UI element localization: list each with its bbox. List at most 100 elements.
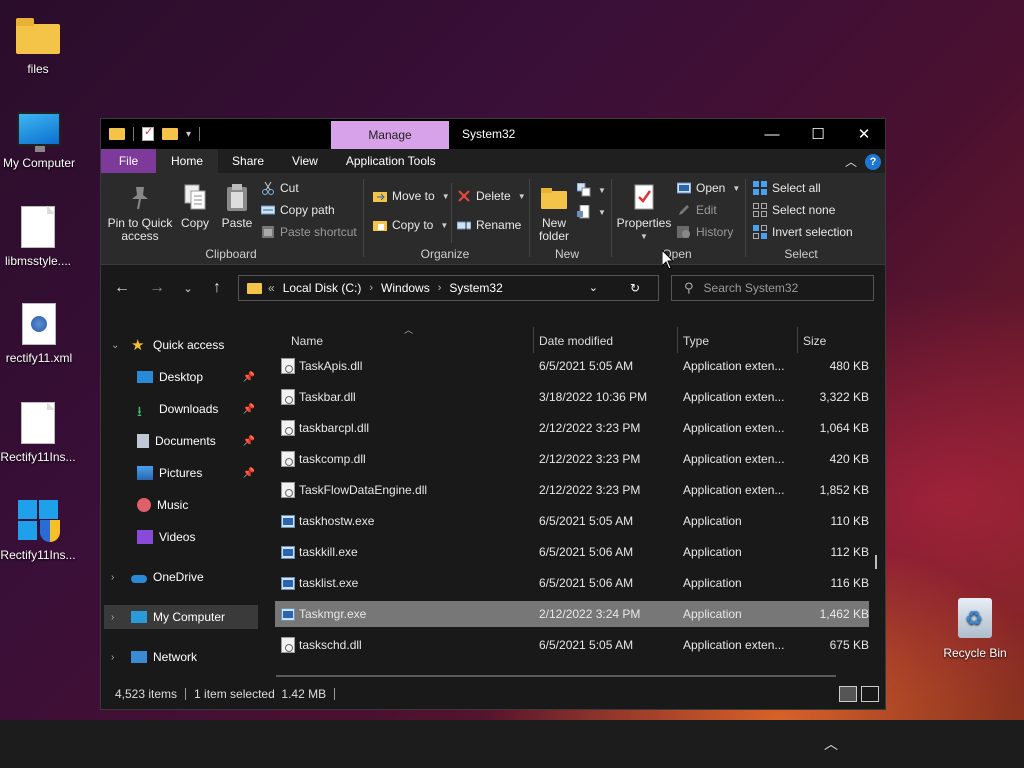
nav-documents[interactable]: Documents 📌 <box>101 429 261 453</box>
vertical-scrollbar[interactable] <box>875 555 877 569</box>
show-hidden-icons-icon[interactable]: ︿ <box>824 734 838 754</box>
chevron-down-icon[interactable]: ⌄ <box>111 340 123 351</box>
desktop-icon-rectify11-xml[interactable]: rectify11.xml <box>0 303 79 365</box>
rename-button[interactable]: Rename <box>456 216 521 234</box>
file-row[interactable]: TaskFlowDataEngine.dll 2/12/2022 3:23 PM A… <box>275 477 869 503</box>
invert-selection-button[interactable]: Invert selection <box>753 223 853 241</box>
properties-icon[interactable] <box>142 125 154 141</box>
desktop-icon-label: Rectify11Ins... <box>0 450 76 464</box>
copy-to-icon <box>373 218 387 232</box>
breadcrumb-local-disk[interactable]: Local Disk (C:) <box>283 281 362 295</box>
file-row[interactable]: taskkill.exe 6/5/2021 5:06 AM Application 1… <box>275 539 869 565</box>
file-row[interactable]: Taskbar.dll 3/18/2022 10:36 PM Application… <box>275 384 869 410</box>
delete-button[interactable]: Delete ▼ <box>457 187 526 205</box>
file-row[interactable]: Taskmgr.exe 2/12/2022 3:24 PM Application 1… <box>275 601 869 627</box>
new-item-button[interactable]: ▼ <box>576 181 606 199</box>
edit-label: Edit <box>696 203 717 217</box>
chevron-right-icon[interactable]: › <box>111 572 123 583</box>
copy-label: Copy <box>180 216 209 230</box>
nav-music[interactable]: Music <box>101 493 261 517</box>
customize-toolbar-icon[interactable]: ▾ <box>186 129 191 140</box>
copy-to-button[interactable]: Copy to ▼ <box>373 216 448 234</box>
nav-quick-access[interactable]: ⌄ ★ Quick access <box>101 333 261 357</box>
open-button[interactable]: Open ▼ <box>676 179 740 197</box>
minimize-button[interactable]: — <box>749 119 795 149</box>
network-icon <box>131 651 147 663</box>
search-input[interactable]: ⚲ Search System32 <box>671 275 874 301</box>
file-row[interactable]: taskcomp.dll 2/12/2022 3:23 PM Application… <box>275 446 869 472</box>
select-none-label: Select none <box>772 203 836 217</box>
desktop-icon-my-computer[interactable]: My Computer <box>0 108 79 170</box>
file-row[interactable]: taskbarcpl.dll 2/12/2022 3:23 PM Applicati… <box>275 415 869 441</box>
history-button[interactable]: History <box>677 223 733 241</box>
nav-my-computer[interactable]: › My Computer <box>104 605 258 629</box>
desktop-icon-rectify11-installer-1[interactable]: Rectify11Ins... <box>0 402 78 464</box>
move-to-button[interactable]: Move to ▼ <box>373 187 450 205</box>
title-bar[interactable]: ▾ Manage System32 — ☐ ✕ <box>101 119 885 149</box>
nav-desktop[interactable]: Desktop 📌 <box>101 365 261 389</box>
chevron-right-icon[interactable]: › <box>111 652 123 663</box>
properties-button[interactable]: Properties ▼ <box>615 183 673 243</box>
copy-button[interactable]: Copy <box>178 183 212 230</box>
details-view-icon[interactable] <box>839 686 857 702</box>
file-type: Application exten... <box>683 359 785 373</box>
back-arrow-icon[interactable]: ← <box>111 277 133 299</box>
chevron-right-icon[interactable]: › <box>111 612 123 623</box>
paste-button[interactable]: Paste <box>219 183 255 230</box>
close-button[interactable]: ✕ <box>841 119 887 149</box>
large-icons-view-icon[interactable] <box>861 686 879 702</box>
easy-access-button[interactable]: ▼ <box>577 203 606 221</box>
chevron-right-icon[interactable]: › <box>369 282 373 294</box>
address-history-dropdown-icon[interactable]: ⌄ <box>589 281 598 295</box>
maximize-button[interactable]: ☐ <box>795 119 841 149</box>
nav-downloads[interactable]: ⭳ Downloads 📌 <box>101 397 261 421</box>
address-bar[interactable]: « Local Disk (C:) › Windows › System32 ⌄… <box>238 275 659 301</box>
paste-shortcut-button[interactable]: Paste shortcut <box>261 223 357 241</box>
address-overflow[interactable]: « <box>268 281 275 295</box>
chevron-right-icon[interactable]: › <box>438 282 442 294</box>
tab-manage[interactable]: Manage <box>331 121 449 149</box>
collapse-ribbon-icon[interactable]: ︿ <box>845 153 857 170</box>
tab-file[interactable]: File <box>101 149 156 173</box>
file-row[interactable]: taskhostw.exe 6/5/2021 5:05 AM Application… <box>275 508 869 534</box>
file-row[interactable]: TaskApis.dll 6/5/2021 5:05 AM Application … <box>275 353 869 379</box>
refresh-icon[interactable]: ↻ <box>630 281 640 295</box>
tab-home[interactable]: Home <box>156 149 219 173</box>
file-row[interactable]: tasklist.exe 6/5/2021 5:06 AM Application 1… <box>275 570 869 596</box>
new-folder-button[interactable]: New folder <box>535 183 573 243</box>
forward-arrow-icon[interactable]: → <box>146 277 168 299</box>
tab-view[interactable]: View <box>278 149 332 173</box>
breadcrumb-windows[interactable]: Windows <box>381 281 430 295</box>
file-row[interactable]: taskschd.dll 6/5/2021 5:05 AM Application … <box>275 632 869 658</box>
nav-onedrive[interactable]: › OneDrive <box>101 565 261 589</box>
content-area: ⌄ ★ Quick access Desktop 📌 ⭳ Downloads 📌… <box>101 317 885 687</box>
edit-button[interactable]: Edit <box>677 201 717 219</box>
tab-application-tools[interactable]: Application Tools <box>332 149 450 173</box>
desktop-icon-rectify11-installer-2[interactable]: Rectify11Ins... <box>0 500 78 562</box>
nav-pictures[interactable]: Pictures 📌 <box>101 461 261 485</box>
nav-quick-access-label: Quick access <box>153 338 225 352</box>
file-rows: TaskApis.dll 6/5/2021 5:05 AM Application … <box>261 317 885 663</box>
up-arrow-icon[interactable]: ↑ <box>206 277 228 299</box>
horizontal-scrollbar[interactable] <box>276 675 836 677</box>
tab-share[interactable]: Share <box>218 149 278 173</box>
file-type: Application <box>683 576 742 590</box>
desktop-icon-libmsstyle[interactable]: libmsstyle.... <box>0 206 78 268</box>
desktop-icon-recycle-bin[interactable]: Recycle Bin <box>935 598 1015 660</box>
nav-network[interactable]: › Network <box>101 645 261 669</box>
properties-label: Properties <box>616 216 672 230</box>
new-folder-icon[interactable] <box>162 128 178 140</box>
desktop-icon-files[interactable]: files <box>0 10 78 76</box>
pin-to-quick-access-button[interactable]: Pin to Quick access <box>107 183 173 243</box>
breadcrumb-system32[interactable]: System32 <box>449 281 502 295</box>
cut-button[interactable]: Cut <box>261 179 299 197</box>
select-all-button[interactable]: Select all <box>753 179 821 197</box>
copy-path-button[interactable]: Copy path <box>260 201 335 219</box>
pin-icon: 📌 <box>242 403 255 415</box>
help-icon[interactable]: ? <box>865 153 881 170</box>
nav-pictures-label: Pictures <box>159 466 203 480</box>
document-icon <box>21 206 55 248</box>
recent-locations-icon[interactable]: ⌄ <box>177 277 199 299</box>
nav-videos[interactable]: Videos <box>101 525 261 549</box>
select-none-button[interactable]: Select none <box>753 201 835 219</box>
